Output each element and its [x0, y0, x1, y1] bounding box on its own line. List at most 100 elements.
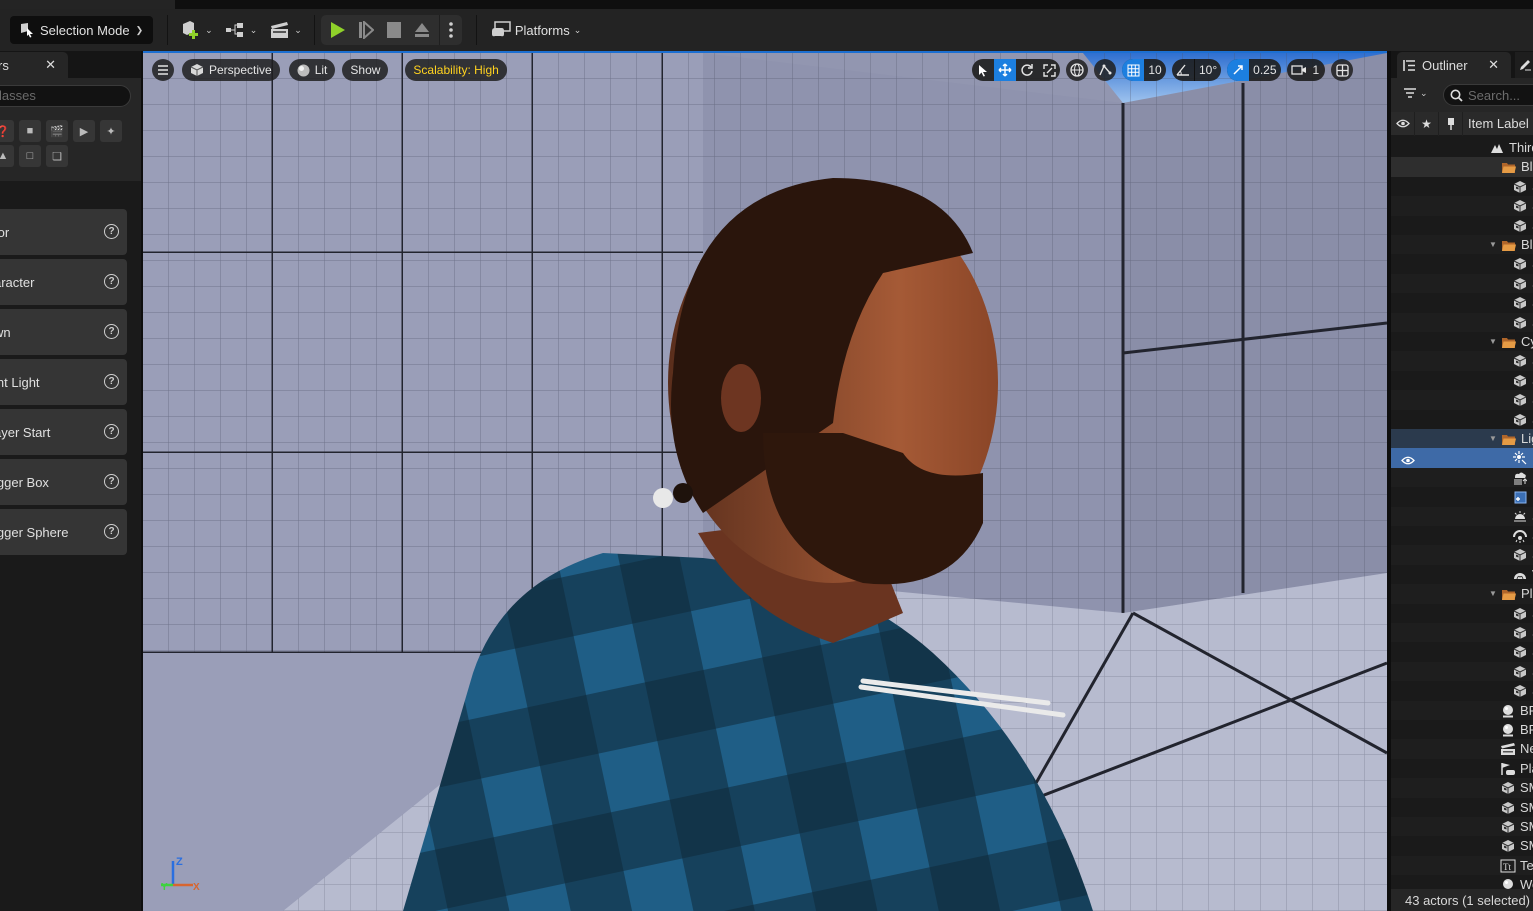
actor-item[interactable]: aracter? — [0, 259, 127, 305]
world-local-toggle[interactable] — [1066, 59, 1088, 81]
outliner-actor-row[interactable]: S — [1391, 545, 1533, 565]
item-label-column[interactable]: Item Label — [1463, 116, 1529, 131]
outliner-folder-row[interactable]: Blo — [1391, 157, 1533, 177]
scale-tool[interactable] — [1038, 59, 1060, 81]
favorite-column[interactable]: ★ — [1415, 111, 1439, 136]
place-actors-tab[interactable]: rs ✕ — [0, 52, 68, 78]
help-icon[interactable]: ? — [104, 324, 119, 339]
outliner-actor-row[interactable]: V — [1391, 565, 1533, 584]
outliner-actor-row[interactable]: S — [1391, 604, 1533, 623]
effects-category-icon[interactable]: ✦ — [100, 120, 122, 142]
outliner-actor-row[interactable]: S — [1391, 661, 1533, 682]
outliner-folder-row[interactable]: ▼ Lig — [1391, 429, 1533, 449]
expand-arrow-icon[interactable]: ▼ — [1489, 337, 1497, 346]
actor-item[interactable]: igger Box? — [0, 459, 127, 505]
perspective-button[interactable]: Perspective — [182, 59, 280, 81]
surface-snapping-button[interactable] — [1094, 59, 1116, 81]
outliner-actor-row[interactable]: S — [1391, 196, 1533, 216]
outliner-actor-row[interactable]: S — [1391, 312, 1533, 332]
grid-snap-value[interactable]: 10 — [1144, 59, 1166, 81]
outliner-tab[interactable]: Outliner ✕ — [1397, 52, 1511, 78]
outliner-actor-row[interactable]: S — [1391, 681, 1533, 700]
actor-item[interactable]: igger Sphere? — [0, 509, 127, 555]
show-button[interactable]: Show — [342, 59, 389, 81]
camera-speed-button[interactable]: 1 — [1286, 59, 1326, 81]
grid-snap-toggle[interactable] — [1122, 59, 1144, 81]
rotation-snap-value[interactable]: 10° — [1195, 59, 1221, 81]
platforms-dropdown[interactable]: Platforms ⌄ — [483, 21, 589, 39]
volumes-category-icon[interactable]: ▲ — [0, 145, 14, 167]
select-tool[interactable] — [972, 59, 994, 81]
recent-category-icon[interactable]: ❓ — [0, 120, 14, 142]
eye-icon[interactable] — [1401, 453, 1415, 468]
help-icon[interactable]: ? — [104, 524, 119, 539]
outliner-folder-row[interactable]: ▼ Blo — [1391, 235, 1533, 255]
outliner-actor-row[interactable]: F — [1391, 487, 1533, 506]
outliner-folder-row[interactable]: ▼ Pla — [1391, 584, 1533, 604]
add-actor-button[interactable]: ⌄ — [174, 16, 219, 44]
cinematics-button[interactable]: ⌄ — [263, 16, 308, 44]
level-tab[interactable] — [0, 0, 175, 9]
expand-arrow-icon[interactable]: ▼ — [1489, 589, 1497, 598]
advance-frame-button[interactable] — [353, 18, 379, 42]
filter-button[interactable]: ⌄ — [1403, 87, 1428, 99]
more-options-button[interactable] — [444, 18, 458, 42]
stop-button[interactable] — [381, 18, 407, 42]
level-viewport[interactable]: Perspective Lit Show Scalability: High 1… — [143, 53, 1387, 911]
play-button[interactable] — [325, 18, 351, 42]
outliner-search-input[interactable]: Search... — [1443, 84, 1533, 106]
outliner-actor-row[interactable]: BP_ — [1391, 700, 1533, 720]
outliner-actor-row[interactable]: S — [1391, 526, 1533, 545]
scale-snap-toggle[interactable] — [1227, 59, 1250, 81]
shapes-category-icon[interactable]: ■ — [19, 120, 41, 142]
view-mode-button[interactable]: Lit — [288, 59, 336, 81]
outliner-actor-row[interactable]: S — [1391, 216, 1533, 235]
help-icon[interactable]: ? — [104, 474, 119, 489]
geometry-category-icon[interactable]: □ — [19, 145, 41, 167]
details-tab[interactable] — [1515, 52, 1533, 78]
actor-item[interactable]: int Light? — [0, 359, 127, 405]
outliner-actor-row[interactable]: SM — [1391, 778, 1533, 798]
viewport-layout-button[interactable] — [1331, 59, 1354, 81]
cinematic-category-icon[interactable]: 🎬 — [46, 120, 68, 142]
outliner-actor-row[interactable]: BP_ — [1391, 720, 1533, 739]
rotation-snap-toggle[interactable] — [1172, 59, 1194, 81]
outliner-actor-row[interactable]: S — [1391, 177, 1533, 196]
pin-column[interactable] — [1439, 111, 1463, 136]
outliner-actor-row[interactable]: S — [1391, 351, 1533, 371]
scale-snap-value[interactable]: 0.25 — [1249, 59, 1280, 81]
close-icon[interactable]: ✕ — [1488, 57, 1499, 73]
translate-tool[interactable] — [994, 59, 1016, 81]
outliner-actor-row[interactable]: S — [1391, 506, 1533, 526]
help-icon[interactable]: ? — [104, 424, 119, 439]
rotate-tool[interactable] — [1016, 59, 1038, 81]
outliner-actor-row[interactable]: New — [1391, 739, 1533, 759]
all-classes-category-icon[interactable]: ❏ — [46, 145, 68, 167]
visibility-column[interactable] — [1391, 111, 1415, 136]
outliner-actor-row[interactable]: S — [1391, 623, 1533, 643]
outliner-actor-row[interactable]: SM — [1391, 798, 1533, 817]
help-icon[interactable]: ? — [104, 224, 119, 239]
outliner-actor-row[interactable]: SM — [1391, 817, 1533, 837]
outliner-actor-row[interactable]: S — [1391, 642, 1533, 661]
blueprint-button[interactable]: ⌄ — [219, 16, 264, 44]
outliner-actor-row[interactable]: D — [1391, 448, 1533, 468]
outliner-actor-row[interactable]: Third — [1391, 138, 1533, 157]
actor-item[interactable]: tor? — [0, 209, 127, 255]
help-icon[interactable]: ? — [104, 374, 119, 389]
actor-item[interactable]: wn? — [0, 309, 127, 355]
scalability-warning-button[interactable]: Scalability: High — [405, 59, 507, 81]
outliner-actor-row[interactable]: S — [1391, 254, 1533, 273]
help-icon[interactable]: ? — [104, 274, 119, 289]
expand-arrow-icon[interactable]: ▼ — [1489, 434, 1497, 443]
close-icon[interactable]: ✕ — [45, 57, 56, 73]
outliner-actor-row[interactable]: S — [1391, 273, 1533, 294]
outliner-actor-row[interactable]: Tt Tex — [1391, 855, 1533, 876]
outliner-actor-row[interactable]: SM — [1391, 836, 1533, 855]
outliner-actor-row[interactable]: S — [1391, 371, 1533, 390]
visual-effects-category-icon[interactable]: ▶ — [73, 120, 95, 142]
expand-arrow-icon[interactable]: ▼ — [1489, 240, 1497, 249]
selection-mode-dropdown[interactable]: Selection Mode ❯ — [10, 16, 154, 44]
actor-item[interactable]: ayer Start? — [0, 409, 127, 455]
outliner-folder-row[interactable]: ▼ Cyl — [1391, 332, 1533, 351]
